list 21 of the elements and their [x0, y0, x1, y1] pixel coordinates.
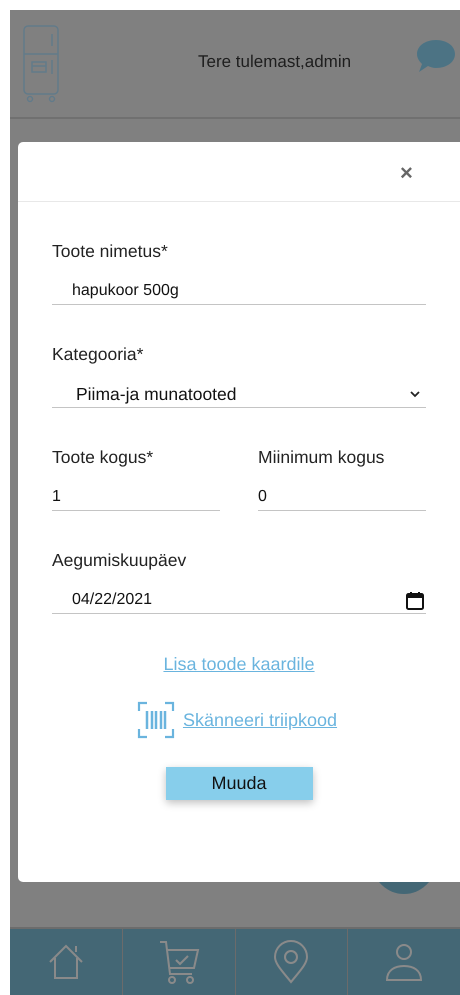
field-label: Toote nimetus* [52, 240, 169, 262]
select-field[interactable]: Piima-ja munatooted [52, 377, 426, 408]
chat-icon[interactable] [416, 38, 456, 74]
submit-button[interactable]: Muuda [166, 767, 312, 800]
greeting-text: Tere tulemast,admin [198, 52, 352, 72]
calendar-icon[interactable] [406, 591, 424, 610]
field-label: Miinimum kogus [258, 446, 386, 468]
field-label: Aegumiskuupäev [52, 549, 188, 571]
location-pin-icon[interactable] [273, 940, 310, 984]
date-field[interactable]: 04/22/2021 [52, 583, 426, 614]
user-icon[interactable] [385, 942, 424, 982]
field-label: Kategooria* [52, 343, 144, 365]
close-button[interactable]: × [398, 162, 415, 184]
input-field[interactable]: 0 [258, 480, 426, 511]
cart-icon[interactable] [158, 940, 200, 984]
barcode-scan-icon[interactable] [136, 701, 175, 739]
input-field[interactable]: hapukoor 500g [52, 274, 426, 305]
field-label: Toote kogus* [52, 446, 154, 468]
chevron-down-icon [410, 391, 420, 398]
fridge-icon [22, 24, 62, 104]
input-field[interactable]: 1 [52, 480, 220, 511]
